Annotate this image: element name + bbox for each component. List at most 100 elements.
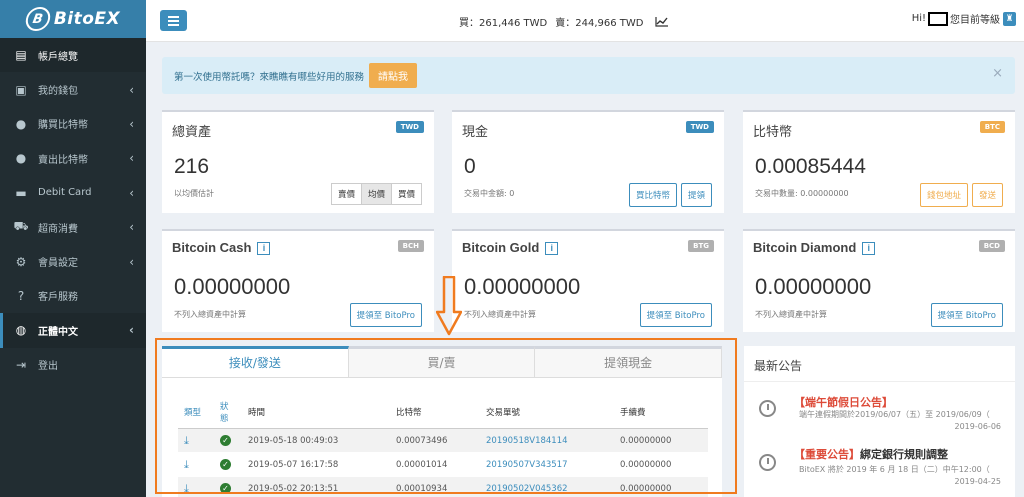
card-bitcoin-gold: Bitcoin Gold i BTG 0.00000000 不列入總資產中計算 提… [452, 229, 724, 332]
withdraw-button[interactable]: 提領 [680, 183, 712, 207]
line-chart-icon[interactable] [655, 16, 669, 27]
announcement-item[interactable]: 【端午節假日公告】 端午連假期間於2019/06/07（五）至 2019/06/… [754, 394, 1009, 436]
withdraw-to-bitopro-button[interactable]: 提領至 BitoPro [349, 303, 422, 327]
card-bitcoin: 比特幣 BTC 0.00085444 交易中數量: 0.00000000 錢包地… [743, 110, 1015, 213]
level-badge-icon[interactable]: ♜ [1003, 11, 1016, 26]
send-button[interactable]: 發送 [971, 183, 1003, 207]
card-subtitle: 交易中數量: 0.00000000 [755, 189, 849, 198]
withdraw-to-bitopro-button[interactable]: 提領至 BitoPro [639, 303, 712, 327]
currency-badge: BTG [688, 240, 714, 252]
callout-button[interactable]: 請點我 [369, 63, 418, 88]
card-title: Bitcoin Gold i [462, 240, 559, 256]
sidebar-item-label: Debit Card [38, 187, 92, 199]
announcement-title: 【重要公告】綁定銀行規則調整 [794, 448, 948, 461]
currency-badge: BCD [978, 240, 1005, 252]
card-subtitle: 交易中金額: 0 [464, 189, 515, 198]
wallet-address-button[interactable]: 錢包地址 [919, 183, 968, 207]
info-icon[interactable]: i [862, 242, 876, 256]
chevron-left-icon: ‹ [129, 151, 134, 166]
sidebar-item-member-settings[interactable]: ⚙ 會員設定 ‹ [0, 244, 146, 278]
avg-price-button[interactable]: 均價 [360, 183, 392, 205]
status-cell: ✓ [214, 452, 242, 477]
info-icon[interactable]: i [545, 242, 559, 256]
sidebar-item-language[interactable]: ◍ 正體中文 ‹ [0, 313, 146, 348]
tab-buy-sell[interactable]: 買/賣 [348, 346, 536, 377]
card-subtitle: 不列入總資產中計算 [174, 310, 246, 319]
user-menu[interactable]: Hi! 您目前等級 ♜ [912, 11, 1016, 26]
sidebar-item-customer-service[interactable]: ? 客戶服務 [0, 279, 146, 313]
sidebar-item-label: 正體中文 [38, 326, 78, 338]
greeting: Hi! [911, 13, 926, 24]
member-level-label: 您目前等級 [950, 15, 1000, 26]
card-total-assets: 總資產 TWD 216 以均價估計 賣價 均價 買價 [162, 110, 434, 213]
bcd-actions: 提領至 BitoPro [927, 303, 1003, 327]
fee-cell: 0.00000000 [614, 476, 708, 497]
sidebar-item-label: 賣出比特幣 [38, 154, 88, 166]
sell-price-button[interactable]: 賣價 [330, 183, 362, 205]
buy-price: 買：261,446 TWD [459, 18, 548, 29]
buy-bitcoin-button[interactable]: 買比特幣 [628, 183, 677, 207]
sidebar-item-wallet[interactable]: ▣ 我的錢包 ‹ [0, 72, 146, 106]
sidebar-item-sell-bitcoin[interactable]: ● 賣出比特幣 ‹ [0, 141, 146, 175]
card-title: Bitcoin Cash i [172, 240, 271, 256]
card-subtitle: 不列入總資產中計算 [755, 310, 827, 319]
column-header-status[interactable]: 狀態 [214, 396, 242, 429]
sidebar-toggle-button[interactable] [160, 10, 187, 31]
welcome-callout: 第一次使用幣託嗎？來瞧瞧有哪些好用的服務 請點我 × [162, 57, 1015, 94]
download-circle-icon: ● [15, 116, 27, 131]
currency-badge: BTC [979, 121, 1005, 133]
sidebar-item-store-payment[interactable]: ⛟ 超商消費 ‹ [0, 210, 146, 244]
dashboard-icon: ▤ [15, 48, 27, 63]
column-header-order-id: 交易單號 [480, 396, 614, 429]
chevron-left-icon: ‹ [129, 254, 134, 269]
sidebar-item-label: 客戶服務 [38, 292, 78, 304]
tab-send-receive[interactable]: 接收/發送 [162, 346, 349, 377]
bitcoin-cell: 0.00001014 [390, 452, 480, 477]
sidebar: B BitoEX ▤ 帳戶總覽 ▣ 我的錢包 ‹ ● 購買比特幣 ‹ ● 賣出比… [0, 0, 146, 497]
order-id-link[interactable]: 20190502V045362 [486, 484, 568, 494]
info-icon[interactable]: i [257, 242, 271, 256]
announcement-desc: 端午連假期間於2019/06/07（五）至 2019/06/09（ [799, 410, 990, 419]
receive-icon: ⤓ [178, 476, 214, 497]
order-id-link[interactable]: 20190507V343517 [486, 460, 568, 470]
transactions-table: 類型 狀態 時間 比特幣 交易單號 手續費 ⤓ ✓ 2019-05-18 00:… [178, 396, 708, 497]
table-header-row: 類型 狀態 時間 比特幣 交易單號 手續費 [178, 396, 708, 429]
tab-cash-withdrawal[interactable]: 提領現金 [535, 346, 723, 377]
time-cell: 2019-05-02 20:13:51 [242, 476, 390, 497]
card-subtitle: 以均價估計 [174, 189, 214, 198]
sidebar-item-account-overview[interactable]: ▤ 帳戶總覽 [0, 38, 146, 73]
card-value: 0.00000000 [464, 274, 581, 299]
sidebar-item-buy-bitcoin[interactable]: ● 購買比特幣 ‹ [0, 107, 146, 141]
question-icon: ? [17, 288, 25, 303]
table-row: ⤓ ✓ 2019-05-02 20:13:51 0.00010934 20190… [178, 476, 708, 497]
order-id-cell: 20190502V045362 [480, 476, 614, 497]
card-bitcoin-cash: Bitcoin Cash i BCH 0.00000000 不列入總資產中計算 提… [162, 229, 434, 332]
currency-badge: BCH [397, 240, 424, 252]
time-cell: 2019-05-07 16:17:58 [242, 452, 390, 477]
sidebar-item-debit-card[interactable]: ▬ Debit Card ‹ [0, 176, 146, 210]
gears-icon: ⚙ [15, 254, 27, 269]
brand-logo[interactable]: B BitoEX [0, 0, 146, 38]
card-title: 比特幣 [753, 125, 793, 140]
clock-icon [759, 400, 776, 417]
receive-icon: ⤓ [178, 428, 214, 453]
withdraw-to-bitopro-button[interactable]: 提領至 BitoPro [930, 303, 1003, 327]
card-cash: 現金 TWD 0 交易中金額: 0 買比特幣 提領 [452, 110, 724, 213]
announcement-item[interactable]: 【重要公告】綁定銀行規則調整 BitoEX 將於 2019 年 6 月 18 日… [754, 446, 1009, 491]
globe-icon: ◍ [15, 323, 27, 338]
cash-actions: 買比特幣 提領 [625, 183, 712, 207]
close-icon[interactable]: × [992, 66, 1003, 81]
card-value: 0.00085444 [755, 155, 866, 178]
btg-actions: 提領至 BitoPro [636, 303, 712, 327]
chevron-left-icon: ‹ [129, 116, 134, 131]
buy-price-button[interactable]: 買價 [390, 183, 422, 205]
transactions-tabs: 接收/發送 買/賣 提領現金 [162, 346, 723, 378]
bitcoin-cell: 0.00073496 [390, 428, 480, 453]
currency-badge: TWD [395, 121, 424, 133]
bch-actions: 提領至 BitoPro [346, 303, 422, 327]
order-id-link[interactable]: 20190518V184114 [486, 436, 568, 446]
top-header: 買：261,446 TWD 賣：244,966 TWD Hi! 您目前等級 ♜ [146, 0, 1024, 42]
brand-name: BitoEX [53, 9, 121, 29]
sidebar-item-logout[interactable]: ⇥ 登出 [0, 348, 146, 382]
column-header-type[interactable]: 類型 [178, 396, 214, 429]
